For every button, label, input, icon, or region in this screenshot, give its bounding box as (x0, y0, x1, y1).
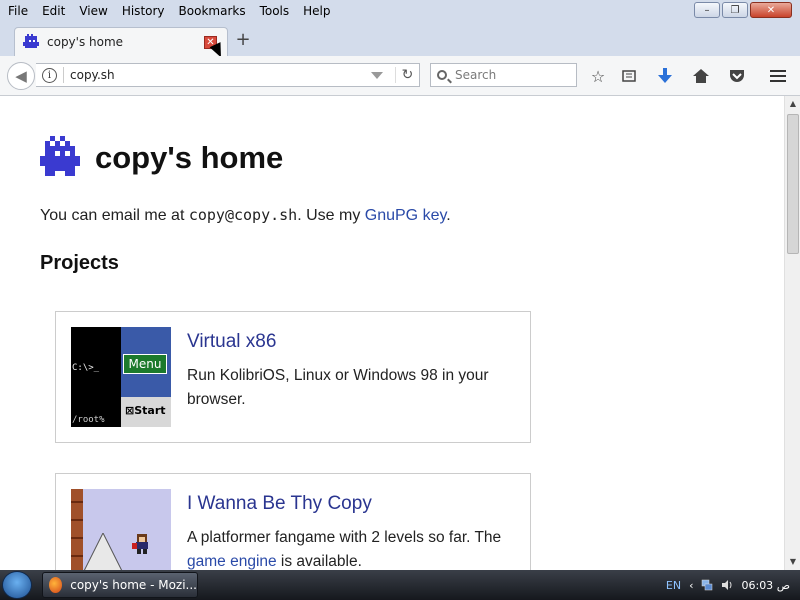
game-engine-link[interactable]: game engine (187, 553, 277, 570)
scroll-down-icon[interactable]: ▼ (786, 555, 800, 569)
system-tray: EN ‹ 06:03 ص (666, 570, 800, 600)
clock[interactable]: 06:03 ص (741, 579, 790, 592)
search-icon (437, 70, 447, 80)
site-logo-icon (40, 136, 80, 176)
language-indicator[interactable]: EN (666, 579, 681, 592)
volume-icon[interactable] (721, 579, 733, 591)
gpg-key-link[interactable]: GnuPG key (365, 207, 447, 224)
project-desc-i-wanna-be-thy-copy: A platformer fangame with 2 levels so fa… (187, 529, 502, 570)
tab-copys-home[interactable]: copy's home ✕ (14, 27, 228, 56)
email-mid-text: . Use my (297, 207, 365, 224)
email-line: You can email me at copy@copy.sh. Use my… (40, 206, 451, 225)
close-window-button[interactable]: ✕ (750, 2, 792, 18)
menu-history[interactable]: History (115, 4, 172, 18)
search-placeholder: Search (455, 68, 497, 82)
navigation-bar: ◀ i copy.sh ↻ Search ☆ (0, 56, 800, 96)
reload-icon[interactable]: ↻ (395, 67, 419, 83)
thumb-menu: Menu (123, 354, 167, 374)
project-title-virtual-x86[interactable]: Virtual x86 (187, 331, 276, 353)
virtual-x86-thumbnail[interactable]: C:\>_ /root% Menu ⊠Start (71, 327, 171, 427)
i-wanna-thumbnail[interactable] (71, 489, 171, 570)
project-card-virtual-x86[interactable]: C:\>_ /root% Menu ⊠Start Virtual x86 Run… (55, 311, 531, 443)
email-end-text: . (446, 207, 451, 224)
menu-file[interactable]: File (0, 4, 35, 18)
task-label: copy's home - Mozi... (70, 578, 197, 592)
thumb-start: ⊠Start (125, 404, 166, 417)
page-content: copy's home You can email me at copy@cop… (0, 96, 784, 570)
thumb-prompt: C:\>_ (72, 363, 100, 373)
project-desc-virtual-x86: Run KolibriOS, Linux or Windows 98 in yo… (187, 367, 489, 408)
back-button[interactable]: ◀ (7, 62, 35, 90)
maximize-button[interactable]: ❐ (722, 2, 748, 18)
project-card-i-wanna-be-thy-copy[interactable]: I Wanna Be Thy Copy A platformer fangame… (55, 473, 531, 570)
back-arrow-icon: ◀ (15, 67, 27, 85)
search-input[interactable]: Search (430, 63, 577, 87)
start-button[interactable] (2, 571, 32, 599)
scroll-up-icon[interactable]: ▲ (786, 97, 800, 111)
thumb-root: /root% (72, 415, 105, 425)
taskbar: copy's home - Mozi... EN ‹ 06:03 ص (0, 570, 800, 600)
menu-bar: File Edit View History Bookmarks Tools H… (0, 0, 800, 22)
scroll-thumb[interactable] (787, 114, 799, 254)
project-title-i-wanna-be-thy-copy[interactable]: I Wanna Be Thy Copy (187, 493, 372, 515)
menu-help[interactable]: Help (296, 4, 337, 18)
projects-heading: Projects (40, 252, 119, 274)
page-title: copy's home (95, 140, 284, 175)
menu-view[interactable]: View (72, 4, 114, 18)
page-scrollbar[interactable]: ▲ ▼ (784, 96, 800, 570)
home-icon[interactable] (691, 66, 711, 86)
tray-expand-icon[interactable]: ‹ (689, 579, 693, 592)
downloads-icon[interactable] (655, 66, 675, 86)
network-icon[interactable] (701, 579, 713, 591)
taskbar-firefox-task[interactable]: copy's home - Mozi... (42, 572, 198, 598)
pocket-icon[interactable] (727, 66, 747, 86)
minimize-button[interactable]: – (694, 2, 720, 18)
menu-bookmarks[interactable]: Bookmarks (172, 4, 253, 18)
window-controls: – ❐ ✕ (694, 2, 792, 18)
url-separator (63, 67, 64, 83)
reading-list-icon[interactable] (619, 66, 639, 86)
bookmark-star-icon[interactable]: ☆ (588, 66, 608, 86)
ghost-favicon-icon (23, 34, 39, 48)
url-text[interactable]: copy.sh (70, 68, 371, 82)
menu-tools[interactable]: Tools (253, 4, 297, 18)
site-info-icon[interactable]: i (42, 67, 57, 83)
url-dropdown-icon[interactable] (371, 71, 383, 79)
url-bar[interactable]: i copy.sh ↻ (36, 63, 420, 87)
new-tab-button[interactable]: + (234, 31, 252, 49)
tab-strip: copy's home ✕ + (0, 22, 800, 56)
firefox-icon (49, 577, 63, 593)
email-prefix-text: You can email me at (40, 207, 189, 224)
menu-edit[interactable]: Edit (35, 4, 72, 18)
email-address: copy@copy.sh (188, 206, 298, 224)
tab-title: copy's home (47, 35, 124, 49)
hamburger-menu-icon[interactable] (768, 66, 788, 86)
